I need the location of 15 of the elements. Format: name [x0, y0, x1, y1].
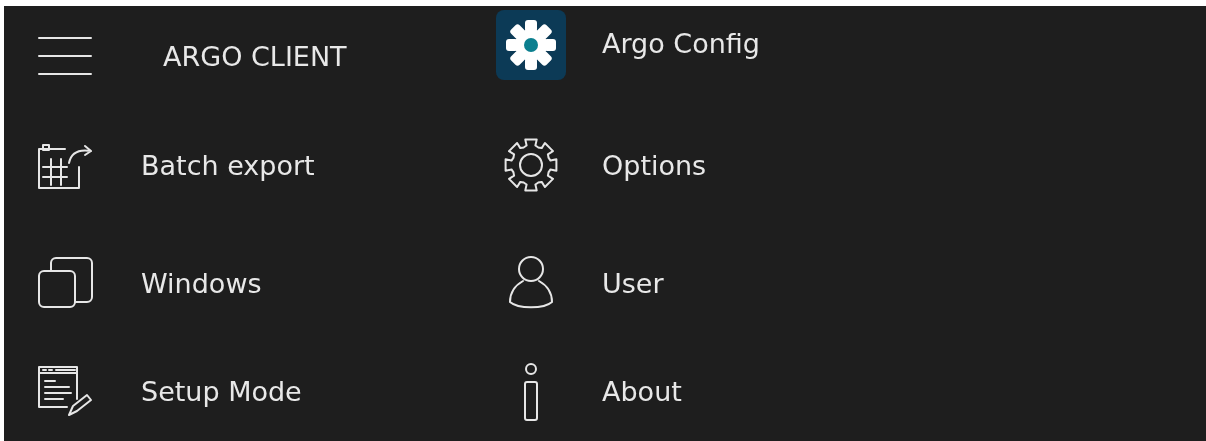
- menu-icon[interactable]: [37, 34, 93, 78]
- app-name: Argo Config: [602, 28, 760, 59]
- menu-item[interactable]: Options: [602, 149, 707, 181]
- gear-icon: [496, 10, 566, 80]
- table-export-icon: [37, 141, 93, 189]
- menu-item[interactable]: About: [602, 376, 682, 407]
- windows-icon: [37, 255, 93, 311]
- info-icon: [521, 361, 541, 422]
- document-pencil-icon: [37, 364, 93, 419]
- gear-icon: [502, 136, 560, 194]
- menu-item[interactable]: Windows: [141, 267, 262, 299]
- menu-item[interactable]: User: [602, 267, 664, 299]
- menu-item[interactable]: Batch export: [141, 149, 315, 181]
- menu-item[interactable]: Setup Mode: [141, 376, 302, 407]
- app-title: ARGO CLIENT: [163, 40, 347, 72]
